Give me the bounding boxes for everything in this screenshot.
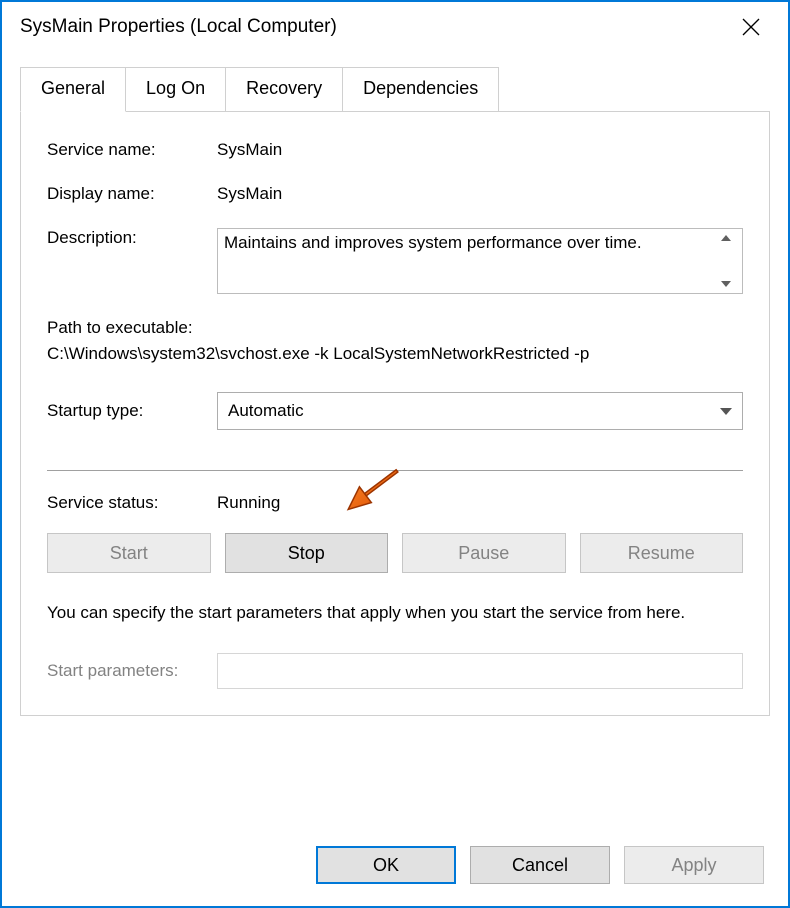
dialog-footer: OK Cancel Apply bbox=[2, 828, 788, 906]
tab-general[interactable]: General bbox=[20, 67, 126, 112]
startup-type-label: Startup type: bbox=[47, 401, 217, 421]
startup-type-select[interactable]: Automatic bbox=[217, 392, 743, 430]
scroll-down-icon bbox=[721, 281, 731, 287]
service-status-value: Running bbox=[217, 493, 280, 513]
scroll-up-icon bbox=[721, 235, 731, 241]
start-params-input bbox=[217, 653, 743, 689]
ok-button[interactable]: OK bbox=[316, 846, 456, 884]
service-name-value: SysMain bbox=[217, 140, 743, 160]
resume-button: Resume bbox=[580, 533, 744, 573]
close-icon bbox=[742, 18, 760, 36]
display-name-value: SysMain bbox=[217, 184, 743, 204]
annotation-arrow-icon bbox=[345, 463, 405, 523]
tab-dependencies[interactable]: Dependencies bbox=[342, 67, 499, 112]
description-scroll[interactable] bbox=[716, 233, 736, 289]
description-box: Maintains and improves system performanc… bbox=[217, 228, 743, 294]
path-value: C:\Windows\system32\svchost.exe -k Local… bbox=[47, 344, 743, 364]
description-text: Maintains and improves system performanc… bbox=[224, 233, 716, 289]
apply-button: Apply bbox=[624, 846, 764, 884]
pause-button: Pause bbox=[402, 533, 566, 573]
tab-pane-general: Service name: SysMain Display name: SysM… bbox=[20, 111, 770, 716]
cancel-button[interactable]: Cancel bbox=[470, 846, 610, 884]
hint-text: You can specify the start parameters tha… bbox=[47, 601, 743, 625]
service-status-label: Service status: bbox=[47, 493, 217, 513]
chevron-down-icon bbox=[720, 408, 732, 415]
window-title: SysMain Properties (Local Computer) bbox=[20, 16, 337, 38]
description-label: Description: bbox=[47, 228, 217, 248]
properties-dialog: SysMain Properties (Local Computer) Gene… bbox=[0, 0, 790, 908]
start-button: Start bbox=[47, 533, 211, 573]
startup-type-value: Automatic bbox=[228, 401, 304, 421]
start-params-label: Start parameters: bbox=[47, 661, 217, 681]
tab-logon[interactable]: Log On bbox=[125, 67, 226, 112]
close-button[interactable] bbox=[728, 11, 774, 43]
path-label: Path to executable: bbox=[47, 318, 743, 338]
titlebar: SysMain Properties (Local Computer) bbox=[2, 2, 788, 52]
display-name-label: Display name: bbox=[47, 184, 217, 204]
tab-strip: General Log On Recovery Dependencies bbox=[20, 66, 770, 111]
stop-button[interactable]: Stop bbox=[225, 533, 389, 573]
tab-recovery[interactable]: Recovery bbox=[225, 67, 343, 112]
separator bbox=[47, 470, 743, 471]
service-name-label: Service name: bbox=[47, 140, 217, 160]
tab-container: General Log On Recovery Dependencies Ser… bbox=[2, 66, 788, 716]
